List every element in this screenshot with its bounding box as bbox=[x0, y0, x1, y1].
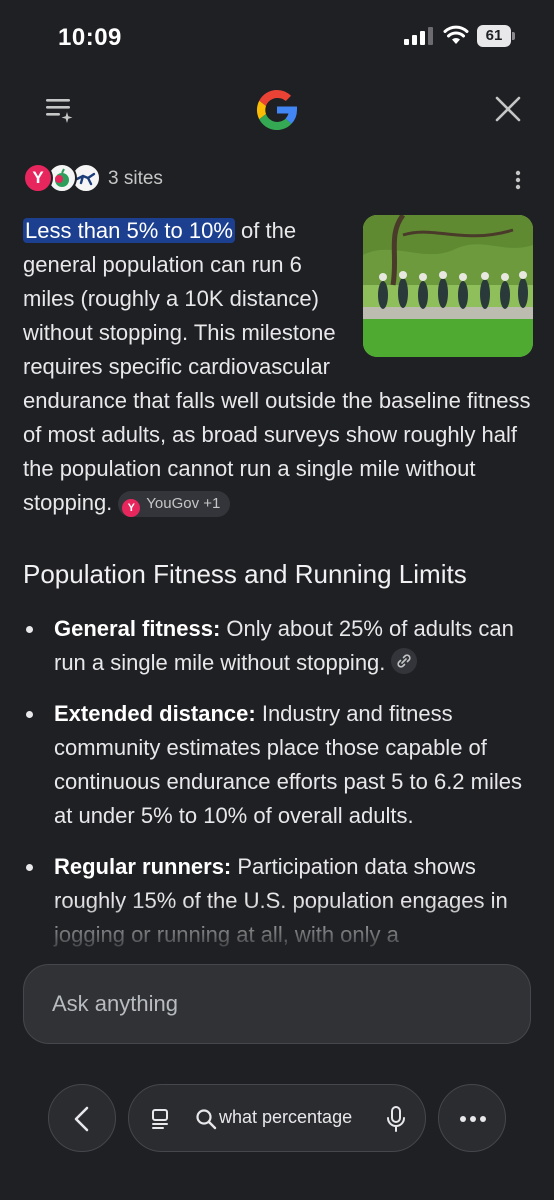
ai-answer: Less than 5% to 10% of the general popul… bbox=[23, 214, 533, 520]
yougov-favicon: Y bbox=[23, 163, 53, 193]
google-logo bbox=[256, 89, 297, 131]
microphone-icon[interactable] bbox=[385, 1105, 407, 1133]
battery-level: 61 bbox=[477, 25, 511, 47]
search-bar-pill[interactable]: what percentage bbox=[128, 1084, 426, 1152]
link-icon bbox=[397, 654, 412, 668]
citation-label: YouGov +1 bbox=[146, 495, 221, 512]
wifi-icon bbox=[443, 25, 469, 44]
battery-icon: 61 bbox=[477, 25, 515, 47]
tabs-icon[interactable] bbox=[149, 1107, 173, 1131]
more-vert-icon[interactable] bbox=[509, 168, 527, 192]
search-query-text: what percentage bbox=[219, 1107, 353, 1127]
ask-input[interactable]: Ask anything bbox=[23, 964, 531, 1044]
runners-park-image[interactable] bbox=[363, 215, 533, 357]
search-icon bbox=[196, 1109, 217, 1130]
close-icon[interactable] bbox=[494, 95, 522, 123]
yougov-icon: Y bbox=[122, 499, 141, 517]
bullet-term: Extended distance: bbox=[54, 701, 256, 726]
bullet-term: Regular runners: bbox=[54, 854, 232, 879]
bullet-term: General fitness: bbox=[54, 616, 221, 641]
ask-placeholder: Ask anything bbox=[52, 991, 178, 1016]
link-source-button[interactable] bbox=[391, 648, 418, 674]
back-button[interactable] bbox=[48, 1084, 116, 1152]
chevron-left-icon bbox=[74, 1106, 89, 1132]
history-menu-icon[interactable] bbox=[44, 96, 76, 126]
citation-chip[interactable]: Y YouGov +1 bbox=[118, 491, 231, 517]
status-time: 10:09 bbox=[58, 24, 122, 51]
sources-row[interactable]: Y 3 sites bbox=[23, 163, 223, 195]
status-bar: 10:09 61 bbox=[0, 0, 554, 72]
more-options-button[interactable] bbox=[438, 1084, 506, 1152]
list-item: Extended distance: Industry and fitness … bbox=[23, 697, 533, 833]
more-horiz-icon bbox=[460, 1116, 486, 1122]
highlighted-answer[interactable]: Less than 5% to 10% bbox=[23, 218, 235, 243]
section-heading: Population Fitness and Running Limits bbox=[23, 559, 467, 589]
list-item: General fitness: Only about 25% of adult… bbox=[23, 612, 533, 680]
cellular-signal-icon bbox=[404, 27, 433, 45]
sources-count: 3 sites bbox=[108, 168, 163, 189]
